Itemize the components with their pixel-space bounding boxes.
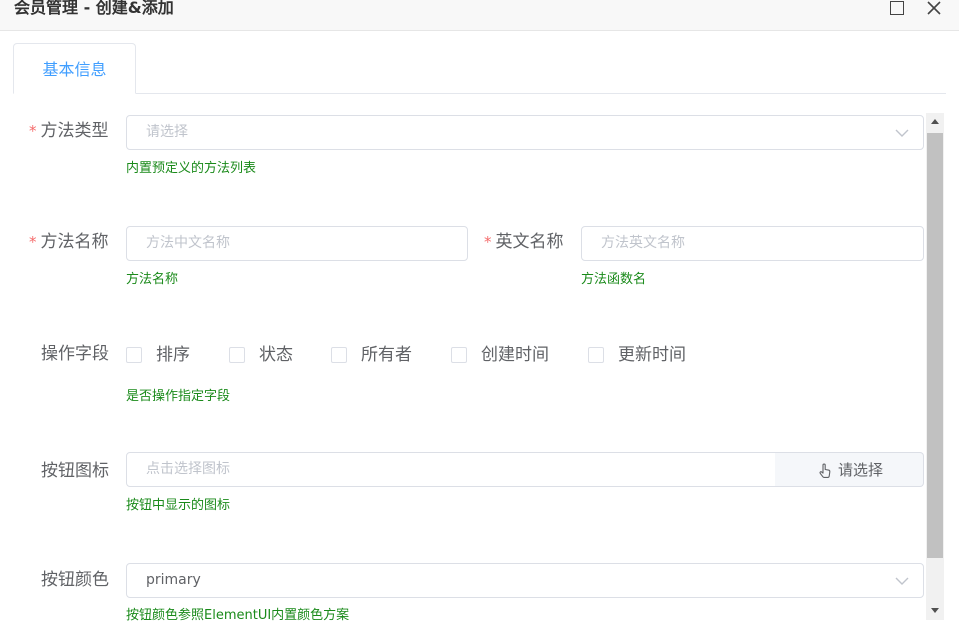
checkbox-box <box>451 347 467 363</box>
button-color-label: 按钮颜色 <box>41 570 109 590</box>
method-name-input[interactable]: 方法中文名称 <box>126 226 468 261</box>
operation-fields-hint: 是否操作指定字段 <box>126 389 231 404</box>
required-mark: * <box>29 122 37 140</box>
method-name-placeholder: 方法中文名称 <box>146 235 230 251</box>
english-name-input[interactable]: 方法英文名称 <box>581 226 924 261</box>
select-icon-button[interactable]: 请选择 <box>775 452 924 487</box>
arrow-up-icon <box>931 119 939 124</box>
maximize-button[interactable] <box>887 0 907 18</box>
close-button[interactable] <box>924 0 944 18</box>
button-icon-hint: 按钮中显示的图标 <box>126 498 231 513</box>
chevron-down-icon <box>895 577 909 585</box>
required-mark: * <box>484 233 492 251</box>
scroll-down-button[interactable] <box>926 602 944 620</box>
dialog-title-bar: 会员管理 - 创建&添加 <box>0 0 959 31</box>
method-name-label: * 方法名称 <box>29 232 109 252</box>
checkbox-box <box>229 347 245 363</box>
checkbox-box <box>331 347 347 363</box>
checkbox-label: 排序 <box>156 345 190 365</box>
select-icon-button-label: 请选择 <box>838 461 884 479</box>
button-color-value: primary <box>146 572 201 588</box>
chevron-down-icon <box>895 129 909 137</box>
checkbox-box <box>126 347 142 363</box>
scroll-up-button[interactable] <box>926 113 944 131</box>
checkbox-label: 状态 <box>259 345 293 365</box>
close-icon <box>927 1 941 15</box>
tab-bar: 基本信息 <box>13 43 946 94</box>
button-icon-placeholder: 点击选择图标 <box>146 461 230 477</box>
hand-pointer-icon <box>819 463 831 478</box>
checkbox-label: 创建时间 <box>481 345 549 365</box>
method-type-placeholder: 请选择 <box>146 124 188 140</box>
checkbox-label: 所有者 <box>361 345 412 365</box>
operation-fields-label: 操作字段 <box>41 344 109 364</box>
vertical-scrollbar[interactable] <box>926 113 944 620</box>
arrow-down-icon <box>931 608 939 613</box>
required-mark: * <box>29 233 37 251</box>
button-color-select[interactable]: primary <box>126 563 924 598</box>
tab-basic-info[interactable]: 基本信息 <box>13 43 136 94</box>
maximize-icon <box>890 1 904 15</box>
method-name-hint: 方法名称 <box>126 272 179 287</box>
dialog-title: 会员管理 - 创建&添加 <box>14 0 174 17</box>
method-type-hint: 内置预定义的方法列表 <box>126 161 257 176</box>
button-color-hint: 按钮颜色参照ElementUI内置颜色方案 <box>126 608 350 623</box>
button-icon-label: 按钮图标 <box>41 461 109 481</box>
english-name-placeholder: 方法英文名称 <box>601 235 685 251</box>
checkbox-label: 更新时间 <box>618 345 686 365</box>
method-type-select[interactable]: 请选择 <box>126 115 924 150</box>
english-name-hint: 方法函数名 <box>581 272 647 287</box>
scrollbar-thumb[interactable] <box>927 133 943 558</box>
method-type-label: * 方法类型 <box>29 121 109 141</box>
checkbox-box <box>588 347 604 363</box>
english-name-label: * 英文名称 <box>484 232 564 252</box>
button-icon-input[interactable]: 点击选择图标 <box>126 452 776 487</box>
